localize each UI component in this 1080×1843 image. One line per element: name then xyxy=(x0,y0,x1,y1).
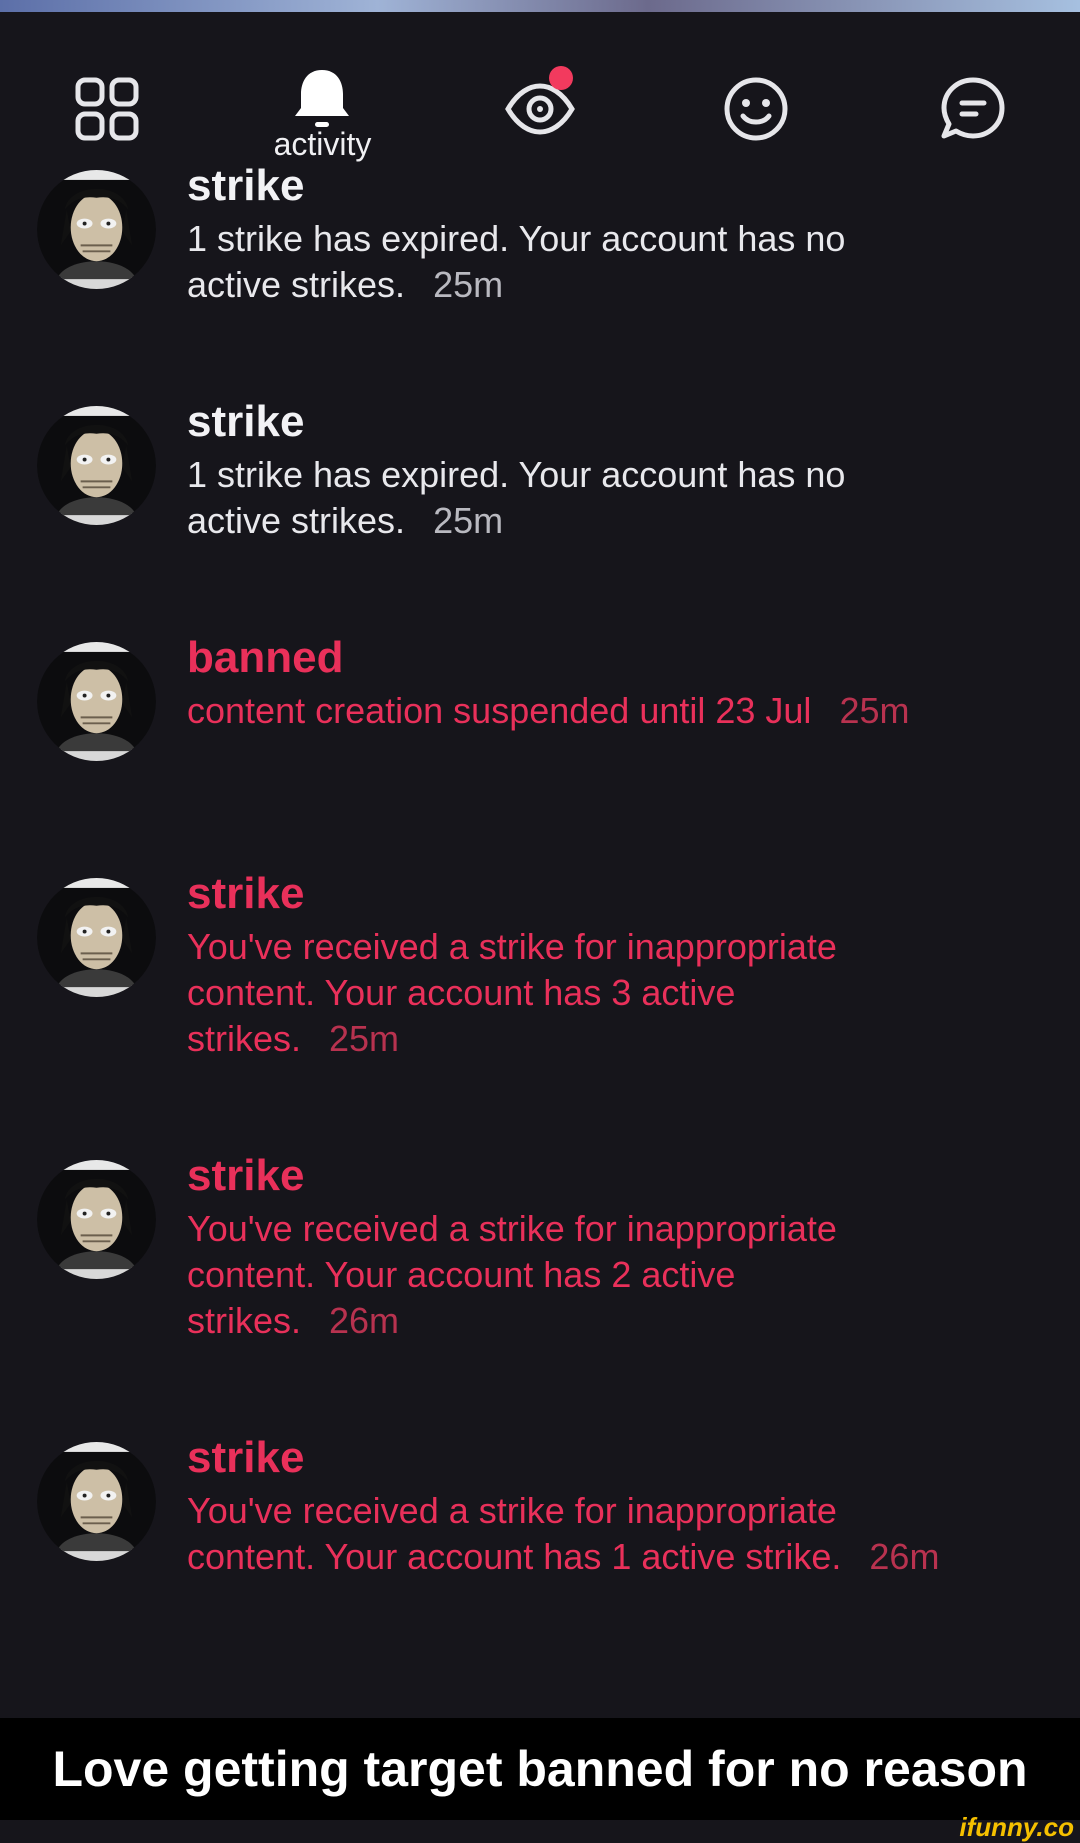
notification-text: strike 1 strike has expired. Your account… xyxy=(187,160,947,308)
top-nav: activity xyxy=(0,12,1080,172)
notification-title: strike xyxy=(187,1433,305,1482)
smiley-icon xyxy=(724,77,788,141)
grid-icon xyxy=(75,77,139,141)
notification-text: strike You've received a strike for inapp… xyxy=(187,868,947,1062)
notification-message-wrap: 1 strike has expired. Your account has n… xyxy=(187,452,947,544)
notification-title: strike xyxy=(187,397,305,446)
ifunny-watermark: ifunny.co xyxy=(959,1812,1074,1842)
bell-icon xyxy=(295,70,349,127)
notification-title: strike xyxy=(187,869,305,918)
notification-time: 25m xyxy=(433,264,504,305)
notification-text: banned content creation suspended until 2… xyxy=(187,632,947,734)
notification-text: strike You've received a strike for inapp… xyxy=(187,1432,947,1580)
avatar[interactable] xyxy=(37,642,156,761)
notification-time: 25m xyxy=(433,500,504,541)
top-gradient-bar xyxy=(0,0,1080,12)
notification-message: 1 strike has expired. Your account has n… xyxy=(187,218,846,305)
notification-message-wrap: content creation suspended until 23 Jul 2… xyxy=(187,688,947,734)
caption-bar: Love getting target banned for no reason xyxy=(0,1718,1080,1820)
tab-reactions[interactable] xyxy=(711,64,801,154)
notification-time: 26m xyxy=(329,1300,400,1341)
tab-activity-label: activity xyxy=(273,126,372,162)
caption-text: Love getting target banned for no reason xyxy=(52,1741,1028,1797)
notification-message: You've received a strike for inappropria… xyxy=(187,1208,837,1341)
notification-time: 26m xyxy=(869,1536,940,1577)
avatar[interactable] xyxy=(37,878,156,997)
notification-message: You've received a strike for inappropria… xyxy=(187,926,837,1059)
notification-message-wrap: 1 strike has expired. Your account has n… xyxy=(187,216,947,308)
avatar[interactable] xyxy=(37,1442,156,1561)
chat-icon xyxy=(941,77,1005,139)
notification-message: content creation suspended until 23 Jul xyxy=(187,690,812,731)
notification-time: 25m xyxy=(329,1018,400,1059)
tab-chats[interactable] xyxy=(928,64,1018,154)
notification-time: 25m xyxy=(839,690,910,731)
notification-text: strike 1 strike has expired. Your account… xyxy=(187,396,947,544)
notification-title: strike xyxy=(187,1151,305,1200)
avatar[interactable] xyxy=(37,170,156,289)
notification-message: You've received a strike for inappropria… xyxy=(187,1490,842,1577)
notification-text: strike You've received a strike for inapp… xyxy=(187,1150,947,1344)
notification-message-wrap: You've received a strike for inappropria… xyxy=(187,924,947,1062)
notification-badge xyxy=(549,66,573,90)
bottom-strip xyxy=(0,1820,1080,1840)
notification-message: 1 strike has expired. Your account has n… xyxy=(187,454,846,541)
tab-featured[interactable] xyxy=(62,64,152,154)
notification-message-wrap: You've received a strike for inappropria… xyxy=(187,1206,947,1344)
avatar[interactable] xyxy=(37,1160,156,1279)
notification-title: strike xyxy=(187,161,305,210)
avatar[interactable] xyxy=(37,406,156,525)
notification-title: banned xyxy=(187,633,344,682)
notification-message-wrap: You've received a strike for inappropria… xyxy=(187,1488,947,1580)
